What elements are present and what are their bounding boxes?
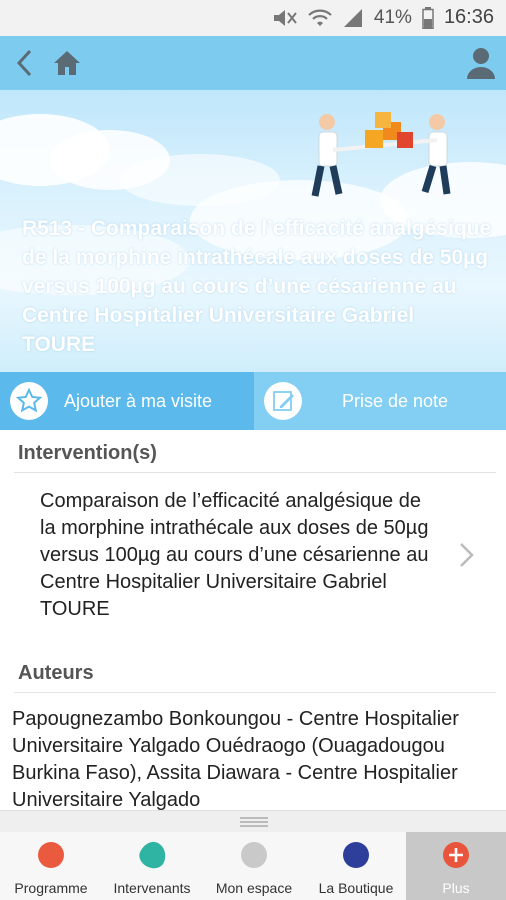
star-icon	[10, 382, 48, 420]
app-bar	[0, 36, 506, 90]
clock: 16:36	[443, 6, 494, 28]
status-bar: 41% 16:36	[0, 0, 506, 36]
intervenants-dot-icon	[135, 837, 171, 873]
take-note-button[interactable]: Prise de note	[254, 372, 506, 430]
divider	[14, 472, 496, 473]
nav-label: Programme	[14, 880, 88, 896]
nav-label: Plus	[442, 880, 470, 896]
nav-mon-espace[interactable]: Mon espace	[202, 832, 306, 900]
chevron-right-icon	[460, 543, 474, 567]
signal-icon	[343, 8, 362, 27]
action-bar: Ajouter à ma visite Prise de note	[0, 372, 506, 430]
note-edit-icon	[264, 382, 302, 420]
nav-intervenants[interactable]: Intervenants	[102, 832, 202, 900]
plus-icon	[443, 842, 469, 868]
add-to-visit-button[interactable]: Ajouter à ma visite	[0, 372, 254, 430]
home-icon[interactable]	[52, 48, 82, 78]
authors-heading: Auteurs	[18, 662, 94, 684]
drag-handle-icon	[240, 817, 268, 827]
battery-icon	[422, 6, 434, 29]
session-title: R513 - Comparaison de l’efficacité analg…	[22, 217, 492, 356]
nav-label: La Boutique	[318, 880, 394, 896]
hero-banner: R513 - Comparaison de l’efficacité analg…	[0, 90, 506, 372]
add-to-visit-label: Ajouter à ma visite	[64, 391, 213, 411]
mon-espace-dot-icon	[241, 842, 267, 868]
bottom-nav: Programme Intervenants Mon espace La Bou…	[0, 832, 506, 900]
nav-plus[interactable]: Plus	[406, 832, 506, 900]
nav-label: Intervenants	[113, 880, 191, 896]
la-boutique-dot-icon	[343, 842, 369, 868]
divider	[14, 692, 496, 693]
authors-text: Papougnezambo Bonkoungou - Centre Hospit…	[12, 708, 459, 811]
interventions-heading: Intervention(s)	[18, 442, 157, 464]
intervention-title: Comparaison de l’efficacité analgésique …	[40, 490, 429, 620]
user-icon[interactable]	[466, 46, 496, 80]
take-note-label: Prise de note	[342, 391, 449, 411]
mute-icon	[273, 9, 297, 26]
back-arrow-icon[interactable]	[12, 48, 40, 78]
nav-label: Mon espace	[215, 880, 293, 896]
bottom-drawer-handle-bar[interactable]	[0, 810, 506, 833]
nav-la-boutique[interactable]: La Boutique	[306, 832, 406, 900]
wifi-icon	[308, 9, 332, 26]
programme-dot-icon	[38, 842, 64, 868]
nav-programme[interactable]: Programme	[0, 832, 102, 900]
battery-percent: 41%	[373, 6, 412, 28]
people-carrying-boxes-illustration	[311, 112, 451, 197]
